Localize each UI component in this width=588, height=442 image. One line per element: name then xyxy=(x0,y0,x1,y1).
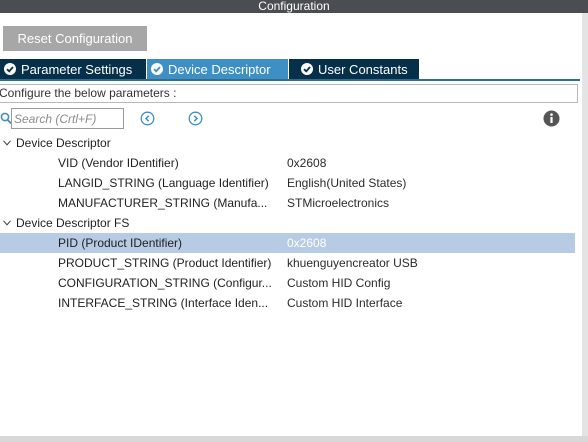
parameter-value: Custom HID Interface xyxy=(287,296,403,310)
parameter-name: LANGID_STRING (Language Identifier) xyxy=(58,176,269,190)
tab-label: Parameter Settings xyxy=(21,62,133,77)
search-input[interactable] xyxy=(11,108,124,129)
chevron-down-icon xyxy=(3,220,11,226)
check-circle-icon xyxy=(4,63,16,75)
tab-underline xyxy=(0,79,580,81)
group-device-descriptor[interactable]: Device Descriptor xyxy=(0,133,300,153)
chevron-down-icon xyxy=(3,140,11,146)
parameter-name: PRODUCT_STRING (Product Identifier) xyxy=(58,256,272,270)
tab-label: User Constants xyxy=(318,62,408,77)
parameter-value: Custom HID Config xyxy=(287,276,391,290)
previous-result-icon[interactable] xyxy=(140,111,155,126)
tab-parameter-settings[interactable]: Parameter Settings xyxy=(0,59,146,80)
tab-device-descriptor[interactable]: Device Descriptor xyxy=(147,59,288,80)
parameter-name: CONFIGURATION_STRING (Configur... xyxy=(58,276,272,290)
parameter-name: VID (Vendor IDentifier) xyxy=(58,156,179,170)
parameter-value: 0x2608 xyxy=(287,156,327,170)
table-row[interactable]: VID (Vendor IDentifier) 0x2608 xyxy=(0,153,575,173)
parameter-value: khuenguyencreator USB xyxy=(287,256,418,270)
parameter-name: PID (Product IDentifier) xyxy=(58,236,183,250)
scrollbar-track[interactable] xyxy=(582,13,588,442)
parameter-value: English(United States) xyxy=(287,176,407,190)
tab-user-constants[interactable]: User Constants xyxy=(289,59,419,80)
table-row[interactable]: PRODUCT_STRING (Product Identifier) khue… xyxy=(0,253,575,273)
table-row[interactable]: INTERFACE_STRING (Interface Iden... Cust… xyxy=(0,293,575,313)
check-circle-icon xyxy=(301,63,313,75)
table-row-selected[interactable]: PID (Product IDentifier) 0x2608 xyxy=(0,233,575,253)
check-circle-icon xyxy=(151,63,163,75)
group-device-descriptor-fs[interactable]: Device Descriptor FS xyxy=(0,213,300,233)
tab-label: Device Descriptor xyxy=(168,62,271,77)
group-label: Device Descriptor FS xyxy=(16,216,130,230)
reset-configuration-button[interactable]: Reset Configuration xyxy=(3,26,147,51)
parameter-name: INTERFACE_STRING (Interface Iden... xyxy=(58,296,269,310)
group-label: Device Descriptor xyxy=(16,136,111,150)
tab-bar: Parameter Settings Device Descriptor Use… xyxy=(0,59,579,80)
next-result-icon[interactable] xyxy=(188,111,203,126)
table-row[interactable]: LANGID_STRING (Language Identifier) Engl… xyxy=(0,173,575,193)
bottom-border xyxy=(0,436,588,442)
configure-instruction: Configure the below parameters : xyxy=(0,84,578,103)
table-row[interactable]: CONFIGURATION_STRING (Configur... Custom… xyxy=(0,273,575,293)
window-title: Configuration xyxy=(0,0,588,13)
parameter-value: STMicroelectronics xyxy=(287,196,390,210)
info-icon[interactable] xyxy=(543,110,560,127)
parameter-name: MANUFACTURER_STRING (Manufa... xyxy=(58,196,268,210)
table-row[interactable]: MANUFACTURER_STRING (Manufa... STMicroel… xyxy=(0,193,575,213)
parameter-value[interactable]: 0x2608 xyxy=(287,233,575,253)
